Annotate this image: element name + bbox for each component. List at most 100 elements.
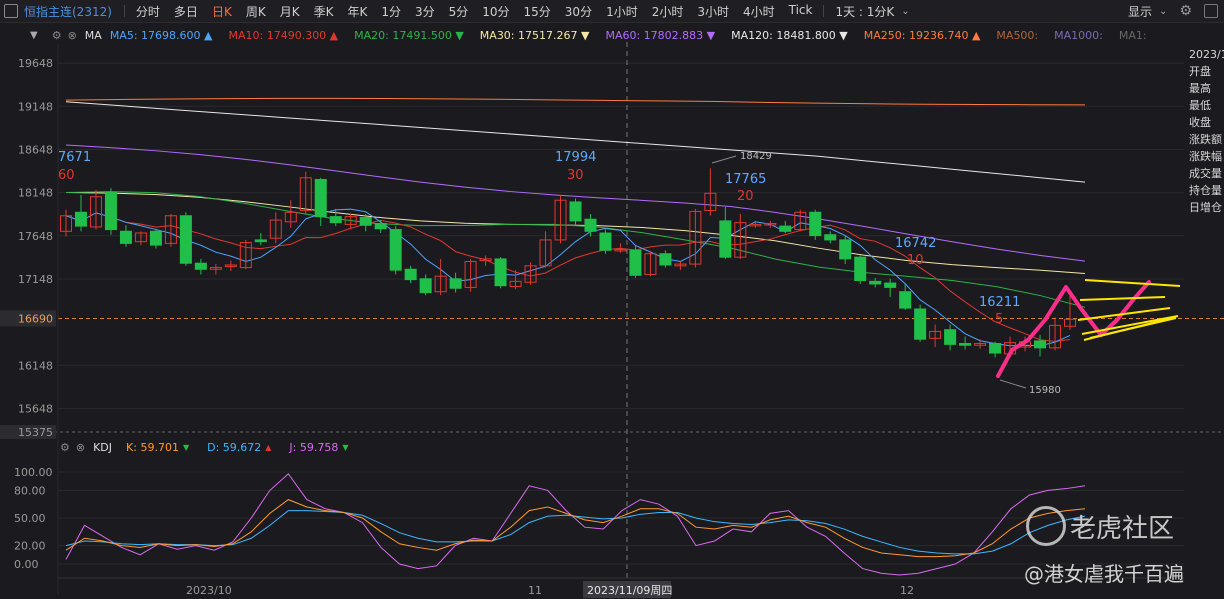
candle-body [884,282,897,288]
ma-annotation-price: 7671 [58,150,91,165]
candle-body [1064,318,1076,327]
side-row-label: 涨跌额 [1189,133,1222,146]
date-tick: 2023/10 [186,584,232,597]
candle-body [179,215,192,264]
candle-body [524,265,537,283]
watermark-brand: 老虎社区 [1070,514,1175,544]
candle-body [779,225,792,232]
close-icon[interactable]: ⊗ [76,441,85,454]
settings-icon[interactable]: ⚙ [1179,3,1192,19]
tab-timeframe[interactable]: 10分 [475,3,516,20]
chevron-down-icon[interactable]: ⌄ [1159,6,1167,17]
low-price-box [0,425,56,439]
kdj-label: KDJ [93,440,113,454]
ma-annotation-price: 17765 [725,172,766,187]
tab-timeframe[interactable]: 15分 [517,3,558,20]
kdj-tick: 0.00 [14,558,39,571]
candle-body [629,249,642,276]
side-row-label: 收盘 [1189,116,1211,129]
candle-body [404,268,417,281]
tab-timeframe[interactable]: 周K [239,3,273,20]
candle-body [344,216,357,225]
tab-timeframe[interactable]: 分时 [129,3,167,20]
candle-body [134,232,147,243]
kdj-d-dir: ▲ [265,442,272,452]
kdj-legend: ⚙ ⊗ KDJ K: 59.701 ▼ D: 59.672 ▲ J: 59.75… [0,438,349,456]
side-row-label: 开盘 [1189,65,1211,78]
candle-body [989,343,1002,354]
collapse-icon[interactable]: ▼ [30,30,38,41]
candle-body [149,230,162,246]
kdj-tick: 50.00 [14,512,46,525]
ma-legend-item: MA10: 17490.300 ▲ [228,28,339,42]
candle-body [209,267,222,270]
candle-body [539,239,552,267]
tab-timeframe[interactable]: 30分 [558,3,599,20]
display-menu[interactable]: 显示 [1121,3,1159,20]
price-tick: 18148 [18,187,53,200]
candle-body [749,223,762,227]
ma120-line [65,101,1086,183]
candle-body [479,258,492,262]
ma-legend-item: MA1000: [1054,28,1103,42]
crosshair-date-label: 2023/11/09周四 [587,584,672,597]
tab-timeframe[interactable]: 3小时 [690,3,736,20]
candle-body [569,201,582,222]
candle-body [119,230,132,244]
tab-timeframe[interactable]: 2小时 [645,3,691,20]
fullscreen-icon[interactable] [1204,4,1218,18]
quote-side-panel: 2023/1 开盘 最高 最低 收盘 涨跌额 涨跌幅 成交量 持仓量 日增仓 [1186,46,1224,222]
symbol-menu-icon[interactable] [4,4,18,18]
settings-icon[interactable]: ⚙ [52,29,62,42]
candle-body [434,275,447,293]
price-tick: 18648 [18,143,53,156]
candle-body [299,177,312,212]
tab-timeframe[interactable]: 月K [273,3,307,20]
ma-legend-item: MA500: [996,28,1039,42]
tab-timeframe[interactable]: 4小时 [736,3,782,20]
candle-body [1034,340,1047,349]
candle-body [239,242,252,269]
tab-timeframe[interactable]: Tick [782,3,820,20]
candle-body [584,218,597,232]
symbol-title[interactable]: 恒指主连(2312) [24,3,112,20]
close-icon[interactable]: ⊗ [68,29,77,42]
candle-body [389,229,402,271]
candle-body [164,215,177,244]
chevron-down-icon[interactable]: ⌄ [901,6,909,17]
hand-drawn-path [996,280,1151,378]
timeframe-tabs: 分时 多日 日K 周K 月K 季K 年K 1分 3分 5分 10分 15分 30分 1小时 2小时 3小时 4小… [129,3,820,20]
side-row-label: 最低 [1189,99,1211,112]
side-row-label: 成交量 [1189,167,1222,180]
tab-timeframe[interactable]: 年K [340,3,374,20]
candle-body [959,343,972,346]
tab-timeframe[interactable]: 季K [307,3,341,20]
ma-annotation-day: 60 [58,168,75,183]
candle-body [314,178,327,218]
tab-timeframe[interactable]: 多日 [167,3,205,20]
high-marker-line [711,155,737,164]
candle-body [929,330,942,339]
tab-timeframe[interactable]: 3分 [408,3,442,20]
side-row-label: 涨跌幅 [1189,150,1222,163]
tab-timeframe[interactable]: 5分 [442,3,476,20]
tab-timeframe[interactable]: 日K [205,3,239,20]
side-date: 2023/1 [1189,48,1224,61]
candle-body [689,210,702,265]
tiger-logo-icon [1026,506,1066,546]
candle-body [284,211,297,223]
price-tick: 16690 [18,312,53,325]
tab-timeframe[interactable]: 1小时 [599,3,645,20]
ma5-line [65,208,1071,347]
ma-label: MA [84,28,102,42]
tab-timeframe[interactable]: 1分 [374,3,408,20]
candle-body [464,261,477,288]
custom-period-select[interactable]: 1天 : 1分K [828,3,901,20]
divider [823,5,825,17]
ma-annotation-day: 10 [907,253,924,268]
candle-body [89,196,102,228]
settings-icon[interactable]: ⚙ [60,441,70,454]
candle-body [194,262,207,270]
price-tick: 15648 [18,402,53,415]
date-tick: 11 [528,584,542,597]
